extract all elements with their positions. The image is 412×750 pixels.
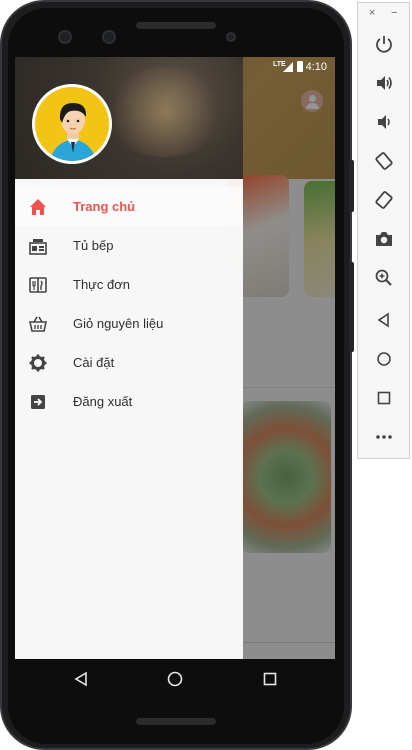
home-circle-icon[interactable] <box>165 669 185 689</box>
power-icon[interactable] <box>372 32 396 56</box>
rotate-right-icon[interactable] <box>372 188 396 212</box>
menu-item-menu[interactable]: Thực đơn <box>15 265 243 304</box>
menu-item-label: Giỏ nguyên liệu <box>73 316 164 331</box>
menu-item-basket[interactable]: Giỏ nguyên liệu <box>15 304 243 343</box>
emulator-toolbar: × − <box>357 2 410 459</box>
menu-item-home[interactable]: Trang chủ <box>15 187 243 226</box>
overview-icon[interactable] <box>372 386 396 410</box>
menu-item-label: Đăng xuất <box>73 394 133 409</box>
zoom-icon[interactable] <box>372 266 396 290</box>
back-icon[interactable] <box>372 308 396 332</box>
menu-item-label: Tủ bếp <box>73 238 114 253</box>
proximity-sensor <box>226 32 236 42</box>
more-icon[interactable] <box>372 425 396 449</box>
menu-item-kitchen[interactable]: Tủ bếp <box>15 226 243 265</box>
avatar[interactable] <box>32 84 112 164</box>
navigation-drawer: Trang chủ Tủ bếp Thực đơn Giỏ nguyên liệ… <box>15 57 243 659</box>
menu-item-logout[interactable]: Đăng xuất <box>15 382 243 421</box>
system-navigation-bar <box>15 659 335 699</box>
menu-item-label: Trang chủ <box>73 199 136 214</box>
menu-item-label: Thực đơn <box>73 277 130 292</box>
kitchen-cabinet-icon <box>28 236 48 256</box>
status-time: 4:10 <box>305 61 327 73</box>
menu-book-icon <box>28 275 48 295</box>
emulator-window-controls: × − <box>358 7 411 23</box>
front-camera <box>102 30 116 44</box>
close-button[interactable]: × <box>369 7 375 19</box>
volume-side-button <box>349 160 354 212</box>
volume-up-icon[interactable] <box>372 71 396 95</box>
bottom-speaker <box>136 718 216 725</box>
back-icon[interactable] <box>71 669 91 689</box>
top-speaker <box>136 22 216 29</box>
home-icon[interactable] <box>372 347 396 371</box>
minimize-button[interactable]: − <box>391 7 397 19</box>
rotate-left-icon[interactable] <box>372 149 396 173</box>
recents-icon[interactable] <box>260 669 280 689</box>
camera-icon[interactable] <box>372 227 396 251</box>
power-side-button <box>349 262 354 352</box>
front-sensor <box>58 30 72 44</box>
menu-item-label: Cài đặt <box>73 355 115 370</box>
volume-down-icon[interactable] <box>372 110 396 134</box>
logout-icon <box>28 392 48 412</box>
device-screen: Trang chủ Tủ bếp Thực đơn Giỏ nguyên liệ… <box>15 57 335 659</box>
gear-icon <box>28 353 48 373</box>
basket-icon <box>28 314 48 334</box>
signal-icon <box>283 62 293 72</box>
battery-icon <box>297 61 303 72</box>
status-bar: LTE 4:10 <box>15 57 335 79</box>
menu-item-settings[interactable]: Cài đặt <box>15 343 243 382</box>
home-icon <box>28 197 48 217</box>
drawer-menu: Trang chủ Tủ bếp Thực đơn Giỏ nguyên liệ… <box>15 187 243 421</box>
